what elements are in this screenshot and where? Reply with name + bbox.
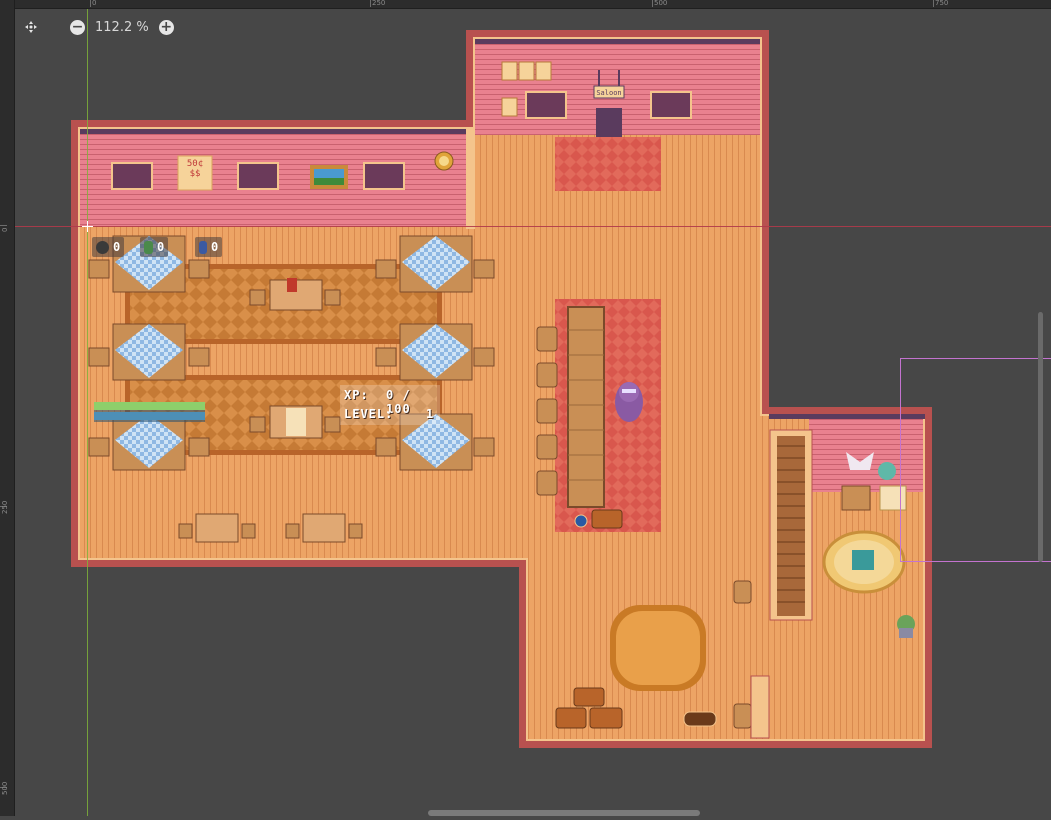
zoom-in-button[interactable]: + (158, 18, 174, 35)
origin-marker-icon[interactable] (82, 221, 93, 232)
inventory-slot-bomb: 0 (92, 237, 125, 257)
inventory-count-potion-green: 0 (157, 240, 165, 254)
guide-line-horizontal[interactable] (14, 226, 1051, 227)
price-sign-line2: $$ (190, 169, 201, 179)
zoom-in-icon: + (160, 18, 173, 35)
guide-line-vertical[interactable] (87, 0, 88, 816)
zoom-out-icon: − (71, 18, 84, 35)
energy-bar (94, 412, 205, 420)
green-potion-icon (144, 240, 153, 254)
ruler-label: 250 (372, 0, 386, 7)
horizontal-scrollbar[interactable] (428, 810, 700, 816)
zoom-toolbar: − 112.2 % + (22, 16, 174, 38)
vertical-scrollbar[interactable] (1038, 312, 1043, 562)
ruler-label: 750 (935, 0, 949, 7)
ruler-horizontal[interactable]: 0 250 500 750 (0, 0, 1051, 9)
ruler-label: 0 (92, 0, 97, 7)
selection-rect[interactable] (900, 358, 1051, 562)
inventory-slot-potion-blue: 0 (195, 237, 223, 257)
saloon-sign: Saloon (596, 89, 621, 97)
inventory-count-potion-blue: 0 (211, 240, 219, 254)
zoom-level[interactable]: 112.2 % (93, 20, 151, 35)
ruler-label: 0 (1, 227, 9, 232)
inventory-count-bomb: 0 (113, 240, 121, 254)
status-bars (94, 402, 205, 422)
level-value: 1 (426, 407, 435, 421)
inventory-slot-potion-green: 0 (140, 237, 169, 257)
ruler-label: 250 (1, 500, 9, 514)
ruler-label: 500 (654, 0, 668, 7)
xp-label: XP: (344, 388, 369, 402)
bomb-icon (96, 240, 109, 254)
zoom-out-button[interactable]: − (70, 18, 85, 35)
ruler-vertical[interactable]: 0 250 500 (0, 0, 15, 816)
health-bar (94, 402, 205, 410)
center-view-icon[interactable] (22, 18, 40, 36)
price-sign-line1: 50¢ (187, 159, 203, 169)
level-label: LEVEL: (344, 407, 394, 421)
xp-panel: XP: 0 / 100 LEVEL: 1 (340, 385, 440, 425)
blue-potion-icon (199, 240, 207, 254)
ruler-label: 500 (1, 781, 9, 795)
